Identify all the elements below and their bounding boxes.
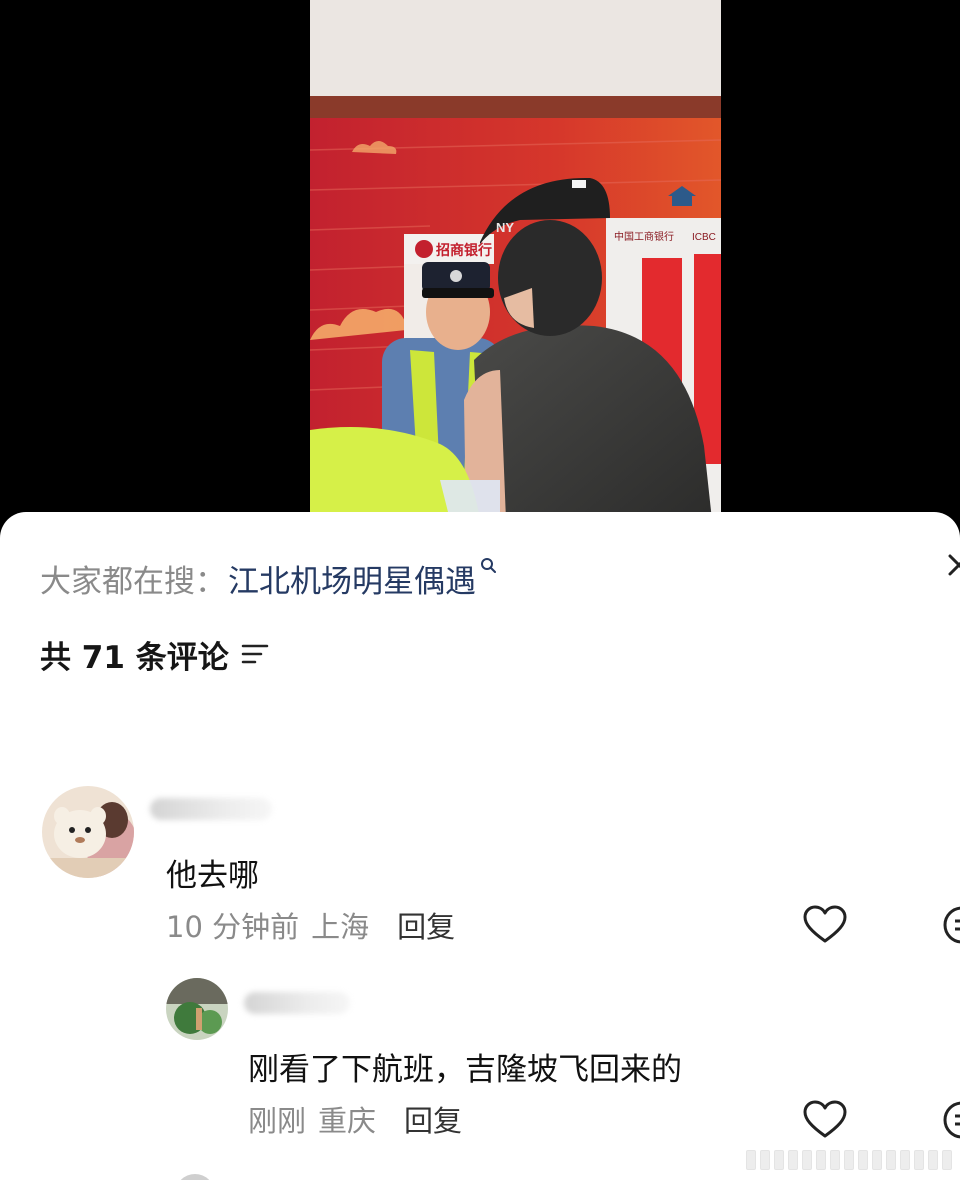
comment-meta: 刚刚 重庆 回复 [248, 1098, 462, 1140]
close-icon[interactable] [944, 550, 960, 580]
video-frame[interactable]: 招商银行 中国工商银行 ICBC NY [310, 0, 721, 520]
comment-location: 重庆 [318, 1104, 377, 1138]
reply-button[interactable]: 回复 [404, 1098, 462, 1140]
video-area[interactable]: 招商银行 中国工商银行 ICBC NY [0, 0, 960, 520]
avatar[interactable] [175, 1174, 215, 1180]
cap-logo: NY [496, 220, 514, 235]
dislike-icon[interactable] [942, 1100, 960, 1140]
dislike-icon[interactable] [942, 905, 960, 945]
comment-time: 刚刚 [248, 1104, 307, 1138]
search-icon[interactable] [480, 557, 496, 579]
heart-icon[interactable] [803, 905, 847, 945]
heart-icon[interactable] [803, 1100, 847, 1140]
comment-meta: 10 分钟前 上海 回复 [166, 904, 455, 946]
avatar[interactable] [166, 978, 228, 1040]
comment-time: 10 分钟前 [166, 910, 300, 944]
avatar-image [42, 786, 134, 878]
hot-search-term[interactable]: 江北机场明星偶遇 [228, 556, 476, 601]
username-blurred[interactable] [150, 798, 272, 820]
comment-text: 刚看了下航班，吉隆坡飞回来的 [248, 1052, 682, 1088]
avatar-image [166, 978, 228, 1040]
watermark [712, 1146, 952, 1174]
comment-text: 他去哪 [166, 858, 259, 894]
hot-search-bar[interactable]: 大家都在搜： 江北机场明星偶遇 [40, 556, 496, 600]
video-scene: 招商银行 中国工商银行 ICBC NY [310, 0, 721, 520]
icbc-sign-code: ICBC [692, 232, 716, 243]
comment-count-header: 共 71 条评论 [40, 632, 269, 676]
reply-button[interactable]: 回复 [397, 904, 455, 946]
comment-sheet: 大家都在搜： 江北机场明星偶遇 共 71 条评论 他去哪 10 分钟前 上海 回… [0, 512, 960, 1180]
sort-icon[interactable] [241, 643, 269, 665]
ceiling-beam [310, 96, 721, 118]
bank-sign-label: 招商银行 [436, 242, 492, 258]
icbc-sign-label: 中国工商银行 [614, 230, 674, 243]
username-blurred[interactable] [244, 992, 350, 1014]
hot-search-prefix: 大家都在搜： [40, 563, 226, 600]
comment-count-text: 共 71 条评论 [40, 639, 229, 676]
avatar[interactable] [42, 786, 134, 878]
comment-location: 上海 [311, 910, 370, 944]
